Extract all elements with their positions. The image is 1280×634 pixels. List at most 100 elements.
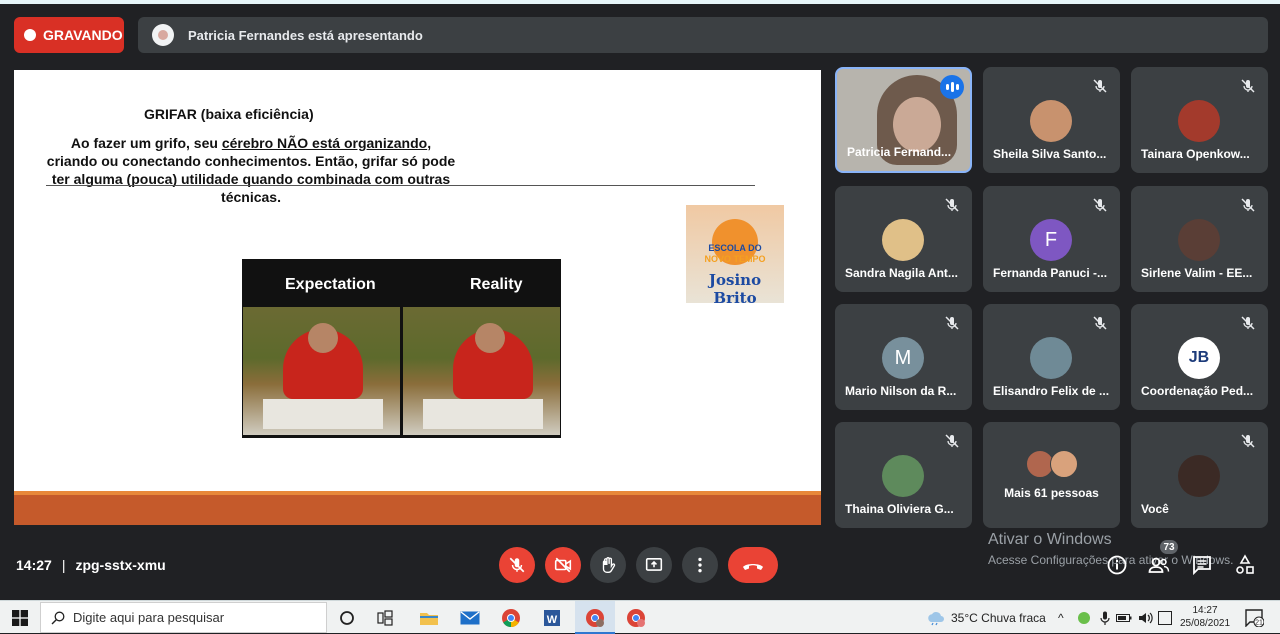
chrome-profile-icon[interactable] [624, 606, 648, 630]
presenter-avatar [152, 24, 174, 46]
participant-tile[interactable]: Elisandro Felix de ... [983, 304, 1120, 410]
weather-icon[interactable] [924, 606, 948, 630]
task-view-icon[interactable] [374, 606, 398, 630]
participant-avatar [1178, 455, 1220, 497]
raise-hand-button[interactable] [590, 547, 626, 583]
search-icon [51, 611, 65, 624]
file-explorer-icon[interactable] [417, 606, 441, 630]
self-tile[interactable]: Você [1131, 422, 1268, 528]
participant-name: Fernanda Panuci -... [993, 266, 1108, 280]
participant-tile[interactable]: Sirlene Valim - EE... [1131, 186, 1268, 292]
expectation-reality-image: Expectation Reality [242, 259, 561, 438]
participant-avatar [1178, 100, 1220, 142]
participant-tile[interactable]: Sheila Silva Santo... [983, 67, 1120, 173]
participant-avatar: F [1030, 219, 1072, 261]
participant-avatar: JB [1178, 337, 1220, 379]
participant-tile[interactable]: JB Coordenação Ped... [1131, 304, 1268, 410]
word-icon[interactable]: W [540, 606, 564, 630]
notifications-icon[interactable]: 21 [1244, 609, 1264, 627]
participant-name: Tainara Openkow... [1141, 147, 1250, 161]
taskbar-search-input[interactable]: Digite aqui para pesquisar [40, 602, 327, 633]
chrome-icon[interactable] [499, 606, 523, 630]
presenting-banner: Patricia Fernandes está apresentando [138, 17, 1268, 53]
more-participants-tile[interactable]: Mais 61 pessoas [983, 422, 1120, 528]
clock-date: 25/08/2021 [1180, 618, 1231, 629]
mic-off-icon [1093, 79, 1107, 93]
participant-tile[interactable]: Patricia Fernand... [835, 67, 972, 173]
school-logo: ESCOLA DO NOVO TEMPO Josino Brito [686, 205, 784, 303]
participant-avatar [1050, 450, 1078, 478]
taskbar-clock[interactable]: 14:27 25/08/2021 [1180, 604, 1230, 630]
meeting-separator: | [61, 557, 66, 573]
participant-name: Você [1141, 502, 1169, 516]
presenting-text: Patricia Fernandes está apresentando [188, 27, 423, 43]
slide-divider [46, 185, 755, 186]
participant-tile[interactable]: M Mario Nilson da R... [835, 304, 972, 410]
cortana-icon[interactable] [335, 606, 359, 630]
hang-up-icon [743, 564, 763, 570]
meme-panel-right [403, 307, 560, 435]
svg-text:W: W [547, 614, 558, 626]
people-icon[interactable] [1148, 554, 1170, 576]
meme-panel-left [243, 307, 400, 435]
mic-off-icon [1241, 316, 1255, 330]
mic-toggle-button[interactable] [499, 547, 535, 583]
notification-count: 21 [1255, 620, 1263, 627]
participant-tile[interactable]: Sandra Nagila Ant... [835, 186, 972, 292]
more-participants-label: Mais 61 pessoas [1004, 486, 1099, 500]
mail-icon[interactable] [458, 606, 482, 630]
mic-off-icon [1241, 434, 1255, 448]
chat-icon[interactable] [1191, 554, 1213, 576]
meeting-details-icon[interactable] [1106, 554, 1128, 576]
mic-off-icon [945, 198, 959, 212]
language-icon[interactable] [1153, 606, 1177, 630]
leave-call-button[interactable] [728, 547, 778, 583]
mic-off-icon [945, 434, 959, 448]
slide-body-underline: cérebro NÃO está organizando [221, 135, 428, 151]
participant-avatar [882, 455, 924, 497]
participant-name: Thaina Oliviera G... [845, 502, 954, 516]
chrome-profile-icon[interactable] [583, 606, 607, 630]
mic-off-icon [1093, 198, 1107, 212]
window-top-strip [0, 0, 1280, 4]
participant-name: Sheila Silva Santo... [993, 147, 1107, 161]
slide-title: GRIFAR (baixa eficiência) [144, 106, 314, 122]
participant-name: Sandra Nagila Ant... [845, 266, 958, 280]
tray-chevron-icon[interactable]: ^ [1058, 611, 1064, 625]
activities-icon[interactable] [1234, 554, 1256, 576]
more-options-button[interactable] [682, 547, 718, 583]
participant-count-badge: 73 [1160, 540, 1178, 554]
participant-tile[interactable]: F Fernanda Panuci -... [983, 186, 1120, 292]
search-placeholder: Digite aqui para pesquisar [73, 610, 225, 625]
mic-off-icon [1241, 79, 1255, 93]
participant-name: Coordenação Ped... [1141, 384, 1254, 398]
participant-tile[interactable]: Thaina Oliviera G... [835, 422, 972, 528]
slide-footer-band [14, 491, 821, 525]
clock-time: 14:27 [1192, 605, 1218, 616]
meme-label-reality: Reality [470, 276, 523, 293]
shared-screen: GRIFAR (baixa eficiência) Ao fazer um gr… [14, 70, 821, 525]
battery-icon[interactable] [1112, 606, 1136, 630]
hand-icon [602, 557, 616, 573]
recording-indicator[interactable]: GRAVANDO [14, 17, 124, 53]
slide-body: Ao fazer um grifo, seu cérebro NÃO está … [46, 134, 456, 206]
windows-start-icon[interactable] [12, 610, 28, 626]
participant-name: Elisandro Felix de ... [993, 384, 1110, 398]
mic-off-icon [1093, 316, 1107, 330]
mic-off-icon [945, 316, 959, 330]
participant-name: Mario Nilson da R... [845, 384, 957, 398]
weather-text[interactable]: 35°C Chuva fraca [951, 611, 1046, 625]
camera-toggle-button[interactable] [545, 547, 581, 583]
windows-taskbar: Digite aqui para pesquisar W 35°C Chuva … [0, 600, 1280, 634]
windows-activation-title: Ativar o Windows [988, 531, 1112, 548]
present-screen-button[interactable] [636, 547, 672, 583]
mic-off-icon [509, 557, 525, 573]
participant-tile[interactable]: Tainara Openkow... [1131, 67, 1268, 173]
participant-name: Sirlene Valim - EE... [1141, 266, 1253, 280]
present-icon [645, 558, 663, 571]
mic-off-icon [1241, 198, 1255, 212]
participant-name: Patricia Fernand... [847, 145, 952, 159]
participant-avatar [1030, 100, 1072, 142]
participant-avatar [1178, 219, 1220, 261]
meeting-time: 14:27 [16, 557, 52, 573]
